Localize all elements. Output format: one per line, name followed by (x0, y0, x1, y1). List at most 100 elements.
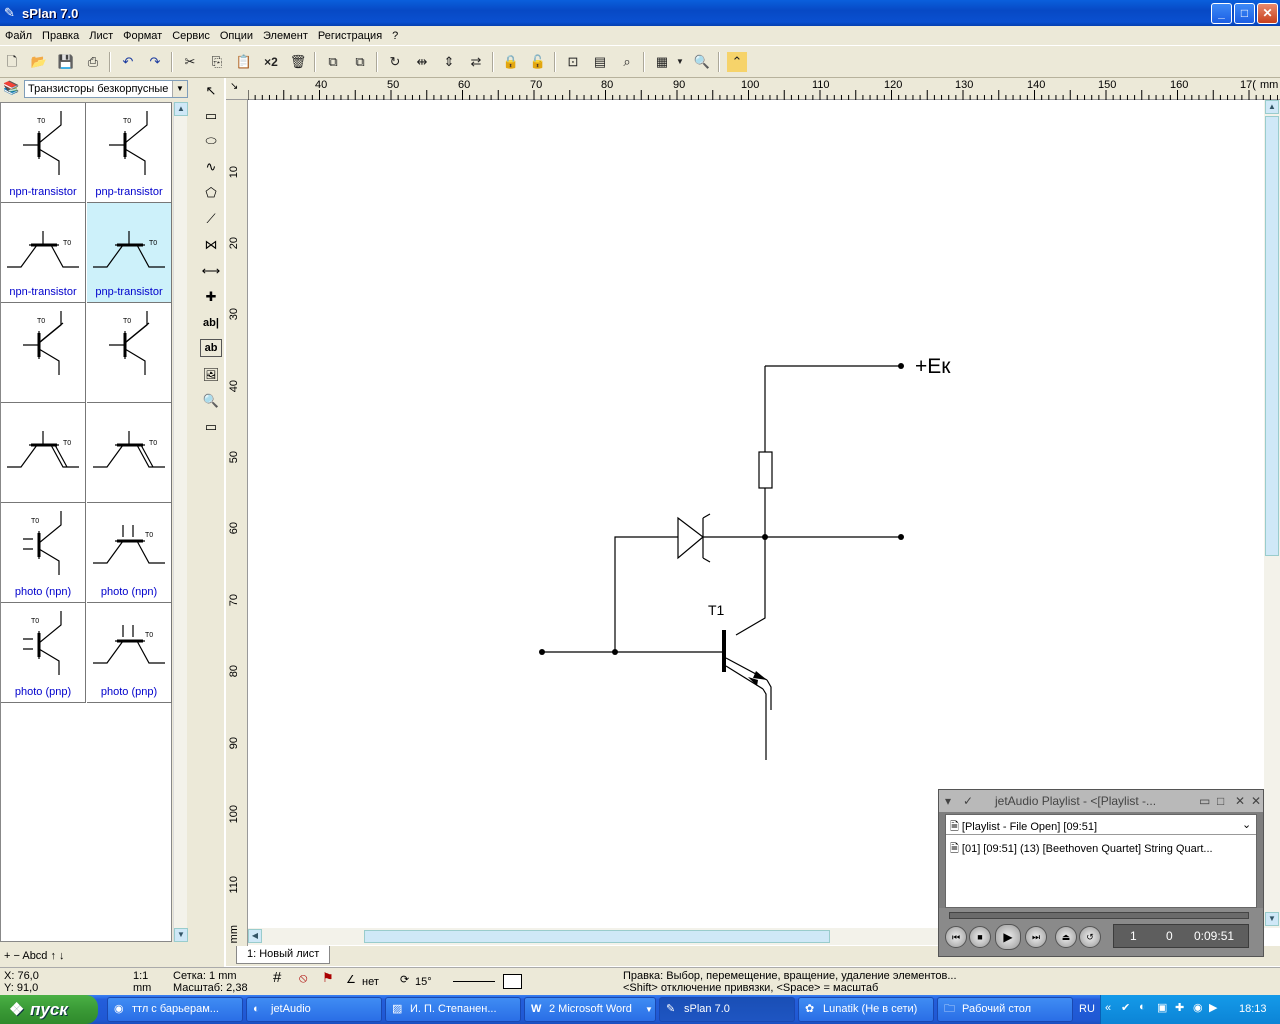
jet-menu-icon[interactable]: ▾ (945, 790, 951, 812)
align-icon[interactable]: ⇄ (466, 52, 486, 72)
task-button[interactable]: ✎ sPlan 7.0 (659, 997, 795, 1022)
menu-registration[interactable]: Регистрация (313, 30, 387, 42)
library-item[interactable]: T0 photo (pnp) (87, 603, 172, 703)
library-item[interactable]: T0 npn-transistor (1, 203, 86, 303)
snap-icon[interactable]: ⦸ (299, 971, 307, 984)
chevron-down-icon[interactable]: ⌄ (1242, 818, 1251, 831)
lock-icon[interactable]: 🔒 (501, 52, 521, 72)
tray-icon[interactable]: ▣ (1157, 1001, 1167, 1014)
sheet-tab-1[interactable]: 1: Новый лист (236, 946, 331, 964)
library-item[interactable]: T0 (87, 403, 172, 503)
print-icon[interactable]: ⎙ (83, 52, 103, 72)
task-button[interactable]: ▨ И. П. Степанен... (385, 997, 521, 1022)
jet-close-icon[interactable]: ✕ (1251, 790, 1261, 812)
paste-icon[interactable]: 📋 (234, 52, 254, 72)
scroll-up-icon[interactable]: ▲ (174, 102, 188, 116)
send-back-icon[interactable]: ⧉ (350, 52, 370, 72)
new-file-icon[interactable]: 🗋 (2, 52, 22, 72)
task-button[interactable]: 🗀 Рабочий стол (937, 997, 1073, 1022)
open-folder-icon[interactable]: 📂 (29, 52, 49, 72)
playlist-item[interactable]: 🗎 [01] [09:51] (13) [Beethoven Quartet] … (950, 840, 1213, 859)
scroll-up-icon[interactable]: ▲ (1265, 100, 1279, 114)
dimension-icon[interactable]: ⟷ (200, 260, 222, 282)
copy-icon[interactable]: ⎘ (207, 52, 227, 72)
library-item[interactable]: T0 pnp-transistor (87, 103, 172, 203)
fill-style-preview[interactable] (503, 974, 522, 989)
menu-file[interactable]: Файл (0, 30, 37, 42)
start-button[interactable]: ❖ пуск (0, 995, 98, 1024)
library-item[interactable]: T0 pnp-transistor (87, 203, 172, 303)
tray-icon[interactable]: ◉ (1193, 1001, 1203, 1014)
duplicate-button[interactable]: ×2 (261, 52, 281, 72)
previous-icon[interactable]: ⏮ (945, 926, 967, 948)
minimize-button[interactable]: _ (1211, 3, 1232, 24)
library-item[interactable]: T0 photo (pnp) (1, 603, 86, 703)
jet-minimize-icon[interactable]: ▭ (1199, 790, 1210, 812)
library-item[interactable]: T0 photo (npn) (87, 503, 172, 603)
polyline-icon[interactable]: ⋈ (200, 234, 222, 256)
undo-icon[interactable]: ↶ (118, 52, 138, 72)
library-item[interactable]: T0 (87, 303, 172, 403)
save-icon[interactable]: 💾 (56, 52, 76, 72)
scroll-thumb[interactable] (364, 930, 830, 943)
menu-edit[interactable]: Правка (37, 30, 84, 42)
redo-icon[interactable]: ↷ (145, 52, 165, 72)
repeat-icon[interactable]: ↺ (1079, 926, 1101, 948)
line-style-preview[interactable] (453, 981, 495, 982)
library-item[interactable]: T0 (1, 403, 86, 503)
library-item[interactable]: T0 photo (npn) (1, 503, 86, 603)
menu-element[interactable]: Элемент (258, 30, 313, 42)
tray-icon[interactable]: ✔ (1121, 1001, 1130, 1014)
cut-icon[interactable]: ✂ (180, 52, 200, 72)
canvas-vertical-scrollbar[interactable]: ▲ ▼ (1264, 100, 1280, 928)
junction-icon[interactable]: ✚ (200, 286, 222, 308)
task-button[interactable]: W 2 Microsoft Word ▼ (524, 997, 656, 1022)
scroll-thumb[interactable] (1265, 116, 1279, 556)
library-item[interactable]: T0 (1, 303, 86, 403)
tray-icon[interactable]: ▶ (1209, 1001, 1217, 1014)
mirror-h-icon[interactable]: ⇹ (412, 52, 432, 72)
flag-icon[interactable]: ⚑ (322, 971, 334, 984)
layer-icon[interactable]: ⌃ (727, 52, 747, 72)
unlock-icon[interactable]: 🔓 (528, 52, 548, 72)
library-item[interactable]: T0 npn-transistor (1, 103, 86, 203)
ellipse-icon[interactable]: ⬭ (200, 130, 222, 152)
measure-icon[interactable]: ▭ (200, 416, 222, 438)
tray-arrow-icon[interactable]: « (1105, 1002, 1111, 1014)
component-icon[interactable]: ⊡ (563, 52, 583, 72)
seek-bar[interactable] (949, 912, 1249, 919)
rotate-icon[interactable]: ↻ (385, 52, 405, 72)
task-button[interactable]: ✿ Lunatik (Не в сети) (798, 997, 934, 1022)
textbox-tool[interactable]: ab (200, 339, 222, 357)
polygon-icon[interactable]: ⬠ (200, 182, 222, 204)
jet-check-icon[interactable]: ✓ (963, 790, 973, 812)
menu-sheet[interactable]: Лист (84, 30, 118, 42)
text-tool[interactable]: ab| (200, 312, 222, 334)
task-button[interactable]: ◐ jetAudio (246, 997, 382, 1022)
delete-icon[interactable]: 🗑 (288, 52, 308, 72)
menu-service[interactable]: Сервис (167, 30, 215, 42)
next-icon[interactable]: ⏭ (1025, 926, 1047, 948)
menu-help[interactable]: ? (387, 30, 403, 42)
clock[interactable]: 18:13 (1239, 1003, 1267, 1015)
scroll-down-icon[interactable]: ▼ (174, 928, 188, 942)
scroll-left-icon[interactable]: ◀ (248, 929, 262, 943)
maximize-button[interactable]: □ (1234, 3, 1255, 24)
select-arrow-icon[interactable]: ↖ (200, 80, 222, 102)
jet-restore-icon[interactable]: □ (1217, 790, 1224, 812)
ruler-corner-icon[interactable]: ↘ (230, 81, 238, 92)
tray-icon[interactable]: ✚ (1175, 1001, 1184, 1014)
library-scrollbar[interactable]: ▲ ▼ (173, 102, 188, 942)
zoom-icon[interactable]: 🔍 (692, 52, 712, 72)
chevron-down-icon[interactable]: ▼ (172, 81, 187, 97)
task-button[interactable]: ◉ ттл с барьерам... (107, 997, 243, 1022)
language-indicator[interactable]: RU (1079, 1003, 1095, 1015)
stop-icon[interactable]: ■ (969, 926, 991, 948)
rectangle-icon[interactable]: ▭ (200, 105, 222, 127)
image-icon[interactable]: 🖼 (200, 364, 222, 386)
play-icon[interactable]: ▶ (995, 924, 1021, 950)
search-binoculars-icon[interactable]: ⌕ (617, 52, 637, 72)
mirror-v-icon[interactable]: ⇕ (439, 52, 459, 72)
library-select[interactable]: Транзисторы безкорпусные ▼ (24, 80, 188, 98)
angle-snap-icon[interactable]: ∠ (346, 974, 356, 986)
